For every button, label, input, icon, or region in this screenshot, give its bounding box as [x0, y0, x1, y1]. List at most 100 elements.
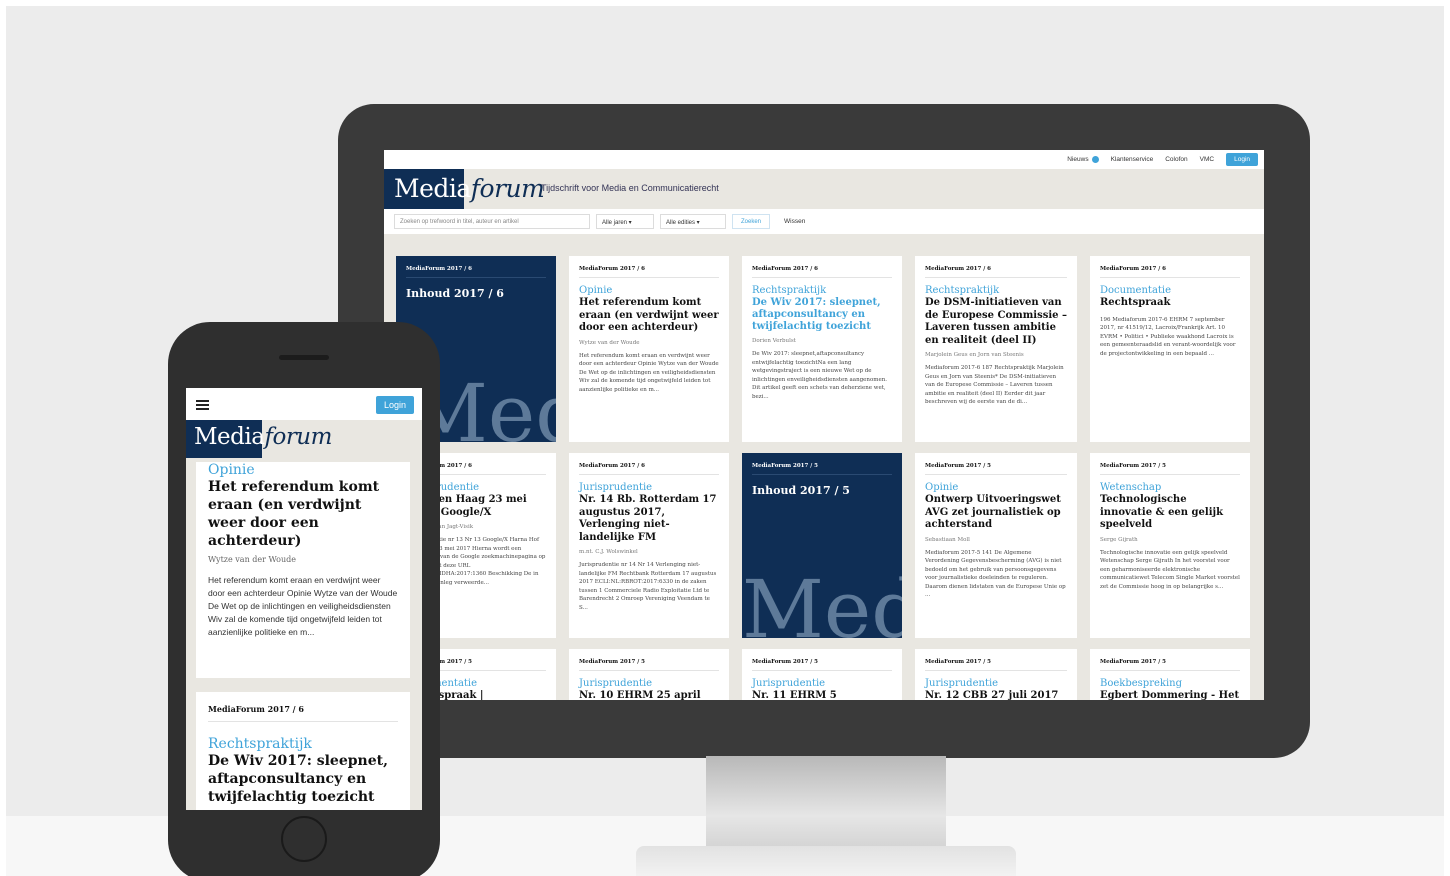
article-excerpt: Mediaforum 2017-5 141 De Algemene Verord…: [925, 549, 1066, 599]
article-excerpt: De Wiv 2017: sleepnet,aftapconsultancy e…: [752, 351, 888, 400]
article-title[interactable]: Nr. 14 Rb. Rotterdam 17 augustus 2017, V…: [579, 494, 719, 544]
customer-service-link[interactable]: Klantenservice: [1111, 156, 1154, 163]
article-excerpt: Het referendum komt eraan en verdwijnt w…: [208, 575, 398, 637]
mobile-article-card[interactable]: MediaForum 2017 / 6 Rechtspraktijk De Wi…: [196, 692, 410, 810]
article-card[interactable]: MediaForum 2017 / 5 Wetenschap Technolog…: [1090, 453, 1250, 638]
article-excerpt: Jurisprudentie nr 14 Nr 14 Verlenging ni…: [579, 562, 717, 611]
article-meta: MediaForum 2017 / 6: [1100, 266, 1240, 278]
masthead: Mediaforum Tijdschrift voor Media en Com…: [384, 169, 1264, 209]
mobile-screen: Login Mediaforum Opinie Het referendum k…: [186, 388, 422, 810]
issue-title: Inhoud 2017 / 5: [752, 484, 850, 497]
article-title[interactable]: De DSM-initiatieven van de Europese Comm…: [925, 297, 1067, 347]
login-button[interactable]: Login: [1226, 153, 1258, 166]
article-card[interactable]: MediaForum 2017 / 5 Jurisprudentie Nr. 1…: [742, 649, 902, 700]
article-card[interactable]: MediaForum 2017 / 6 Opinie Het referendu…: [569, 256, 729, 442]
issue-meta: MediaForum 2017 / 6: [406, 266, 546, 278]
article-author: Serge Gijrath: [1100, 536, 1138, 543]
article-meta: MediaForum 2017 / 5: [1100, 463, 1240, 475]
article-category: Wetenschap: [1100, 482, 1162, 493]
article-author: Marjolein Geus en Jorn van Steenis: [925, 352, 1024, 358]
article-title[interactable]: Technologische innovatie & een gelijk sp…: [1100, 494, 1240, 532]
mobile-article-card[interactable]: Opinie Het referendum komt eraan (en ver…: [196, 462, 410, 678]
mobile-masthead: Mediaforum: [186, 420, 422, 458]
mobile-login-button[interactable]: Login: [375, 396, 414, 414]
mobile-mediaforum-logo[interactable]: Mediaforum: [194, 424, 332, 450]
article-category: Rechtspraktijk: [752, 285, 827, 296]
vmc-link[interactable]: VMC: [1200, 156, 1214, 163]
article-category: Jurisprudentie: [579, 482, 653, 493]
article-card[interactable]: MediaForum 2017 / 5 Jurisprudentie Nr. 1…: [915, 649, 1077, 700]
article-title[interactable]: Ontwerp Uitvoeringswet AVG zet journalis…: [925, 494, 1067, 532]
article-card[interactable]: MediaForum 2017 / 6 Rechtspraktijk De DS…: [915, 256, 1077, 442]
article-title[interactable]: Het referendum komt eraan (en verdwijnt …: [208, 478, 398, 550]
article-meta: MediaForum 2017 / 6: [925, 266, 1067, 278]
desktop-screen: Nieuws Klantenservice Colofon VMC Login …: [384, 150, 1264, 700]
article-excerpt: Technologische innovatie een gelijk spee…: [1100, 549, 1240, 590]
site-tagline: Tijdschrift voor Media en Communicatiere…: [541, 183, 719, 193]
article-category: Boekbespreking: [1100, 678, 1182, 689]
clear-link[interactable]: Wissen: [776, 218, 813, 225]
issue-title: Inhoud 2017 / 6: [406, 287, 504, 300]
issue-card[interactable]: MediaForum 2017 / 5 Inhoud 2017 / 5 Med: [742, 453, 902, 638]
issue-watermark: Med: [742, 563, 902, 638]
article-author: Sebastiaan Moll: [925, 536, 970, 543]
issue-meta: MediaForum 2017 / 5: [752, 463, 892, 475]
monitor-base: [636, 846, 1016, 876]
edition-select[interactable]: Alle edities ▾: [660, 214, 726, 229]
article-meta: MediaForum 2017 / 5: [579, 659, 719, 671]
article-category: Rechtspraktijk: [208, 736, 312, 752]
article-excerpt: 196 Mediaforum 2017-6 EHRM 7 september 2…: [1100, 316, 1236, 357]
article-author: m.nt. C.J. Wolswinkel: [579, 549, 638, 555]
home-button[interactable]: [281, 816, 327, 862]
article-meta: MediaForum 2017 / 6: [579, 266, 719, 278]
device-showcase: Nieuws Klantenservice Colofon VMC Login …: [0, 0, 1450, 876]
article-meta: MediaForum 2017 / 6: [752, 266, 892, 278]
year-select[interactable]: Alle jaren ▾: [596, 214, 654, 229]
article-meta: MediaForum 2017 / 5: [925, 463, 1067, 475]
news-link[interactable]: Nieuws: [1067, 155, 1099, 163]
article-meta: MediaForum 2017 / 5: [752, 659, 892, 671]
search-input[interactable]: Zoeken op trefwoord in titel, auteur en …: [394, 214, 590, 229]
article-card[interactable]: MediaForum 2017 / 6 Jurisprudentie Nr. 1…: [569, 453, 729, 638]
search-button[interactable]: Zoeken: [732, 214, 771, 229]
article-category: Opinie: [925, 482, 959, 493]
article-author: Wytze van der Woude: [208, 555, 296, 564]
article-card[interactable]: MediaForum 2017 / 5 Boekbespreking Egber…: [1090, 649, 1250, 700]
mobile-top-bar: Login: [186, 388, 422, 420]
mediaforum-logo[interactable]: Mediaforum: [394, 174, 545, 203]
top-navigation: Nieuws Klantenservice Colofon VMC Login: [384, 150, 1264, 169]
article-category: Jurisprudentie: [925, 678, 999, 689]
article-title[interactable]: Egbert Dommering - Het: [1100, 690, 1240, 700]
phone-speaker: [279, 355, 329, 360]
article-title[interactable]: Nr. 12 CBB 27 juli 2017: [925, 690, 1067, 700]
article-title[interactable]: De Wiv 2017: sleepnet, aftapconsultancy …: [752, 297, 892, 333]
article-card[interactable]: MediaForum 2017 / 6 Rechtspraktijk De Wi…: [742, 256, 902, 442]
article-card[interactable]: MediaForum 2017 / 5 Opinie Ontwerp Uitvo…: [915, 453, 1077, 638]
article-title[interactable]: De Wiv 2017: sleepnet, aftapconsultancy …: [208, 752, 398, 806]
article-category: Rechtspraktijk: [925, 285, 1000, 296]
article-card[interactable]: MediaForum 2017 / 6 Documentatie Rechtsp…: [1090, 256, 1250, 442]
article-author: Wytze van der Woude: [579, 339, 640, 346]
monitor-stand: [706, 756, 946, 856]
article-title[interactable]: Rechtspraak: [1100, 297, 1240, 310]
search-bar: Zoeken op trefwoord in titel, auteur en …: [384, 209, 1264, 234]
article-meta: MediaForum 2017 / 5: [925, 659, 1067, 671]
article-category: Jurisprudentie: [579, 678, 653, 689]
colofon-link[interactable]: Colofon: [1165, 156, 1187, 163]
article-category: Jurisprudentie: [752, 678, 826, 689]
article-card[interactable]: MediaForum 2017 / 5 Jurisprudentie Nr. 1…: [569, 649, 729, 700]
article-meta: MediaForum 2017 / 6: [579, 463, 719, 475]
article-title[interactable]: Het referendum komt eraan (en verdwijnt …: [579, 297, 719, 335]
hamburger-menu-icon[interactable]: [196, 400, 209, 402]
article-category: Opinie: [208, 462, 255, 478]
article-meta: MediaForum 2017 / 6: [208, 704, 398, 722]
article-category: Documentatie: [1100, 285, 1172, 296]
article-title[interactable]: Nr. 11 EHRM 5 september: [752, 690, 892, 700]
article-meta: MediaForum 2017 / 5: [1100, 659, 1240, 671]
article-excerpt: Mediaforum 2017-6 187 Rechtspraktijk Mar…: [925, 365, 1064, 405]
article-title[interactable]: Nr. 10 EHRM 25 april 2017: [579, 690, 719, 700]
article-excerpt: Het referendum komt eraan en verdwijnt w…: [579, 352, 719, 393]
article-author: Dorien Verbulst: [752, 338, 796, 344]
news-badge-icon: [1091, 155, 1099, 163]
article-category: Opinie: [579, 285, 613, 296]
